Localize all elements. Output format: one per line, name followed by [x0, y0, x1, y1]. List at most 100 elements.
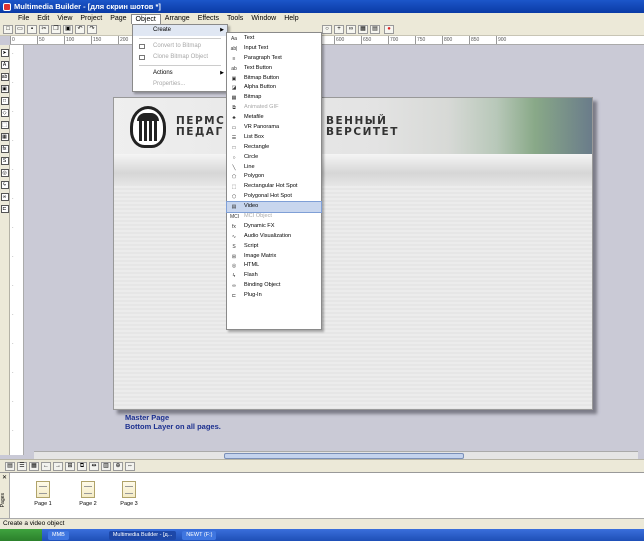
size-icon[interactable]: ⇔: [125, 461, 135, 471]
open-icon[interactable]: ▭: [15, 25, 25, 34]
preview-icon[interactable]: ▤: [370, 25, 380, 34]
shape-tool-icon[interactable]: ◇: [0, 109, 9, 117]
create-menu-item[interactable]: ab Text Button: [227, 64, 321, 74]
new-icon[interactable]: □: [3, 25, 13, 34]
menu-arrange[interactable]: Arrange: [161, 13, 194, 24]
create-menu-item[interactable]: ∿ Audio Visualization: [227, 232, 321, 242]
design-workspace[interactable]: ПЕРМС ПЕДАГ ВЕННЫЙ ВЕРСИТЕТ: [24, 45, 644, 455]
input-tool-icon[interactable]: ab: [0, 73, 9, 81]
save-icon[interactable]: ▪: [27, 25, 37, 34]
create-menu-item[interactable]: ∞ Binding Object: [227, 281, 321, 291]
create-menu-item[interactable]: fx Dynamic FX: [227, 222, 321, 232]
cut-icon[interactable]: ✂: [39, 25, 49, 34]
object-menu-convert-bitmap[interactable]: Convert to Bitmap: [133, 41, 227, 52]
create-menu-item[interactable]: Aa Text: [227, 34, 321, 44]
create-menu-item[interactable]: ⬠ Polygon: [227, 172, 321, 182]
page-body[interactable]: [114, 186, 592, 409]
taskbar-item[interactable]: MMB: [48, 530, 69, 540]
paste-icon[interactable]: ▣: [63, 25, 73, 34]
grid-icon[interactable]: ▦: [358, 25, 368, 34]
create-menu-item[interactable]: ▣ Bitmap Button: [227, 74, 321, 84]
flash-tool-icon[interactable]: ϟ: [0, 181, 9, 189]
menu-tools[interactable]: Tools: [223, 13, 247, 24]
script-tool-icon[interactable]: S: [0, 157, 9, 165]
distribute-icon[interactable]: ⇹: [89, 461, 99, 471]
menu-effects[interactable]: Effects: [194, 13, 223, 24]
copy-icon[interactable]: ❐: [51, 25, 61, 34]
horizontal-scrollbar[interactable]: [34, 451, 638, 459]
menu-file[interactable]: File: [14, 13, 33, 24]
create-menu-item[interactable]: S Script: [227, 242, 321, 252]
page-header-banner[interactable]: ПЕРМС ПЕДАГ ВЕННЫЙ ВЕРСИТЕТ: [114, 98, 592, 154]
menu-window[interactable]: Window: [247, 13, 280, 24]
hotspot-tool-icon[interactable]: ⬚: [0, 121, 9, 129]
create-menu-item[interactable]: ▦ Bitmap: [227, 93, 321, 103]
undo-icon[interactable]: ↶: [75, 25, 85, 34]
master-page-canvas[interactable]: ПЕРМС ПЕДАГ ВЕННЫЙ ВЕРСИТЕТ: [113, 97, 593, 410]
button-tool-icon[interactable]: ▣: [0, 85, 9, 93]
taskbar-item-active[interactable]: Multimedia Builder - [д...: [108, 530, 177, 540]
create-menu-item[interactable]: ╲ Line: [227, 163, 321, 173]
group-icon[interactable]: ⧉: [77, 461, 87, 471]
page-grid-icon[interactable]: ▦: [29, 461, 39, 471]
pointer-tool-icon[interactable]: ➤: [0, 49, 9, 57]
object-menu-actions[interactable]: Actions ▶: [133, 68, 227, 79]
center-icon[interactable]: ⊕: [113, 461, 123, 471]
arrow-right-icon[interactable]: →: [53, 461, 63, 471]
zoom-icon[interactable]: ○: [322, 25, 332, 34]
create-menu-item[interactable]: ≡ Paragraph Text: [227, 54, 321, 64]
create-menu-item[interactable]: ⊞ Image Matrix: [227, 252, 321, 262]
start-button[interactable]: [0, 529, 42, 541]
object-menu-clone-bitmap[interactable]: Clone Bitmap Object: [133, 52, 227, 63]
add-icon[interactable]: +: [334, 25, 344, 34]
create-menu-item[interactable]: ○ Circle: [227, 153, 321, 163]
page-thumbnail[interactable]: Page 1: [30, 481, 56, 507]
menu-page[interactable]: Page: [106, 13, 130, 24]
page-list-icon[interactable]: ☰: [17, 461, 27, 471]
page-thumbnail[interactable]: Page 2: [75, 481, 101, 507]
menu-view[interactable]: View: [53, 13, 76, 24]
create-menu-item[interactable]: ab| Input Text: [227, 44, 321, 54]
fx-tool-icon[interactable]: fx: [0, 145, 9, 153]
menu-help[interactable]: Help: [280, 13, 302, 24]
page-thumbnail[interactable]: Page 3: [116, 481, 142, 507]
link-icon[interactable]: ∞: [346, 25, 356, 34]
order-icon[interactable]: ▥: [101, 461, 111, 471]
plugin-tool-icon[interactable]: ⊏: [0, 205, 9, 213]
object-menu-properties[interactable]: Properties...: [133, 79, 227, 90]
create-menu-item[interactable]: ⧉ Animated GIF: [227, 103, 321, 113]
menu-object[interactable]: Object: [130, 13, 161, 24]
create-menu-item[interactable]: ϟ Flash: [227, 271, 321, 281]
create-menu-item[interactable]: ⬚ Rectangular Hot Spot: [227, 182, 321, 192]
create-menu-item[interactable]: ☰ List Box: [227, 133, 321, 143]
layer-icon[interactable]: ▤: [5, 461, 15, 471]
html-tool-icon[interactable]: ◎: [0, 169, 9, 177]
menu-item-label: Script: [244, 242, 259, 249]
redo-icon[interactable]: ↷: [87, 25, 97, 34]
circle-icon: ○: [232, 154, 236, 161]
menu-project[interactable]: Project: [76, 13, 106, 24]
align-icon[interactable]: ⊞: [65, 461, 75, 471]
close-icon[interactable]: ✕: [2, 474, 7, 481]
create-menu-item[interactable]: ▤ Video: [226, 201, 322, 214]
create-menu-item[interactable]: ♣ Metafile: [227, 113, 321, 123]
create-menu-item[interactable]: ⬡ Polygonal Hot Spot: [227, 192, 321, 202]
create-menu-item[interactable]: ◪ Alpha Button: [227, 83, 321, 93]
menu-edit[interactable]: Edit: [33, 13, 53, 24]
image-tool-icon[interactable]: ▦: [0, 133, 9, 141]
rectangle-tool-icon[interactable]: □: [0, 97, 9, 105]
record-icon[interactable]: ●: [384, 25, 394, 34]
binding-tool-icon[interactable]: ∞: [0, 193, 9, 201]
page-nav-bar[interactable]: [114, 154, 592, 186]
create-menu-item[interactable]: ⊏ Plug-In: [227, 291, 321, 301]
menu-item-label: Metafile: [244, 114, 264, 121]
create-menu-item[interactable]: ◎ HTML: [227, 261, 321, 271]
arrow-left-icon[interactable]: ←: [41, 461, 51, 471]
text-tool-icon[interactable]: A: [0, 61, 9, 69]
create-menu-item[interactable]: MCI MCI Object: [227, 212, 321, 222]
taskbar-item[interactable]: NEWT (F:): [182, 530, 217, 540]
polygon-icon: ⬠: [231, 174, 237, 181]
create-menu-item[interactable]: ▭ VR Panorama: [227, 123, 321, 133]
create-menu-item[interactable]: □ Rectangle: [227, 143, 321, 153]
object-menu-create[interactable]: Create ▶: [133, 25, 227, 36]
